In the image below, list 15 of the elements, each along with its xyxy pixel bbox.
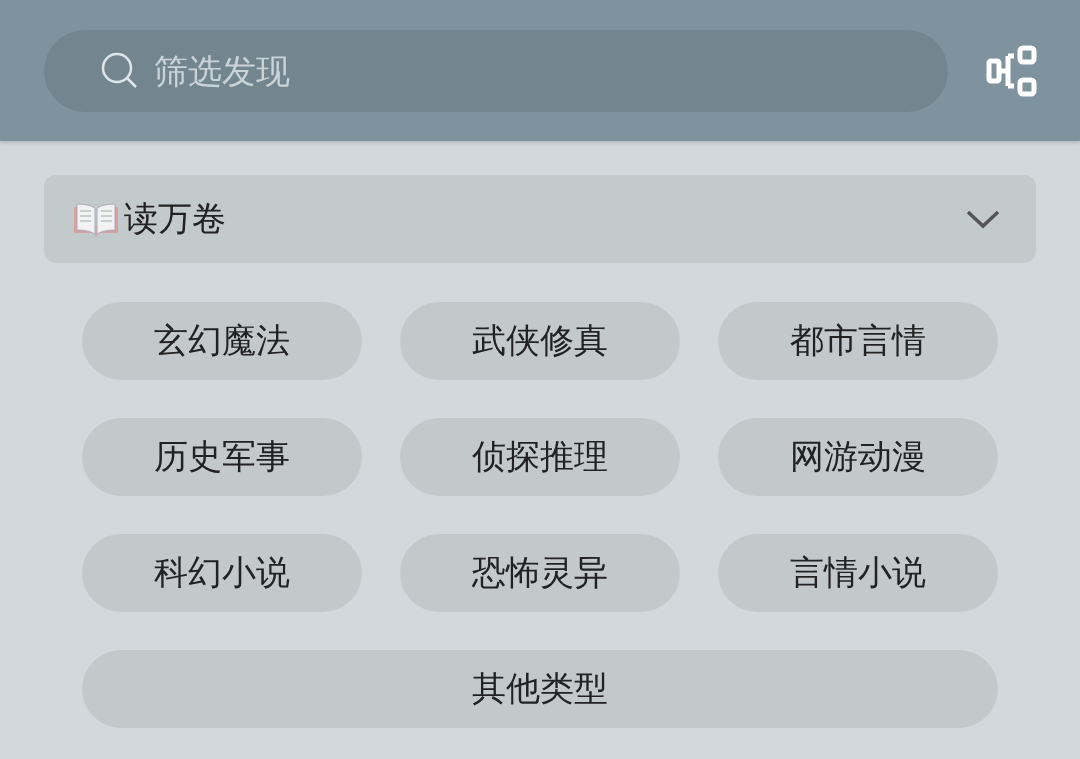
category-tag[interactable]: 言情小说 [718, 534, 998, 612]
category-tag[interactable]: 恐怖灵异 [400, 534, 680, 612]
category-tag[interactable]: 历史军事 [82, 418, 362, 496]
search-field[interactable]: 筛选发现 [44, 29, 948, 112]
category-tag[interactable]: 其他类型 [82, 650, 998, 728]
group-header[interactable]: 读万卷 [44, 175, 1036, 263]
chevron-icon[interactable] [966, 209, 1000, 229]
group-title: 读万卷 [124, 197, 227, 240]
category-tag[interactable]: 科幻小说 [82, 534, 362, 612]
category-tag[interactable]: 玄幻魔法 [82, 302, 362, 380]
category-tag[interactable]: 都市言情 [718, 302, 998, 380]
category-tag[interactable]: 侦探推理 [400, 418, 680, 496]
node-tree-icon[interactable] [986, 43, 1040, 98]
category-tag[interactable]: 网游动漫 [718, 418, 998, 496]
category-tag[interactable]: 武侠修真 [400, 302, 680, 380]
